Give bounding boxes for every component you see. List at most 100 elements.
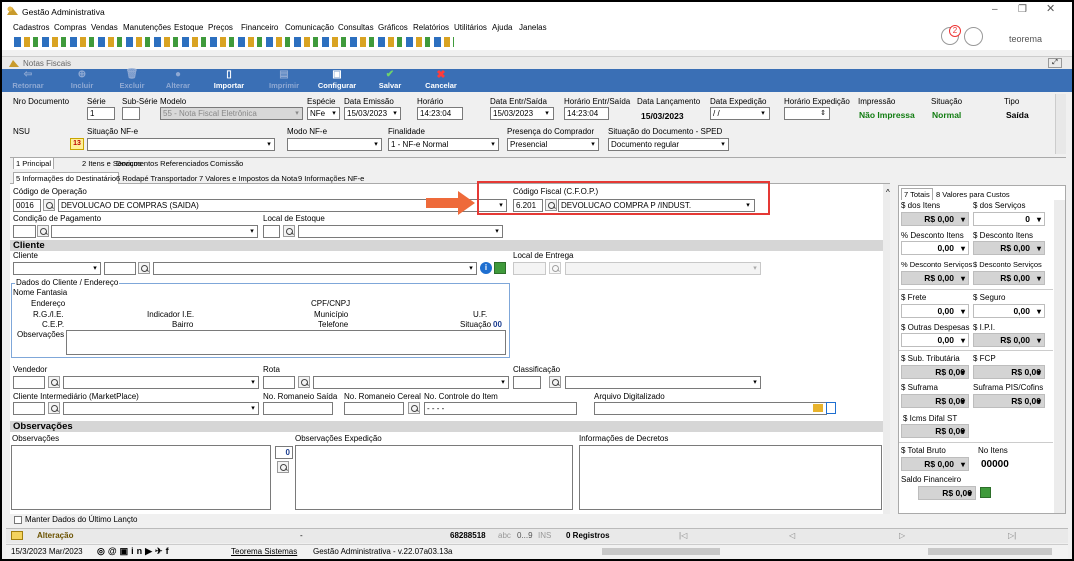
local-entrega-search-icon[interactable] <box>549 262 561 274</box>
situacao-doc-select[interactable]: Documento regular <box>608 138 729 151</box>
total-bruto-value[interactable]: R$ 0,00 <box>901 457 969 471</box>
vendedor-search-icon[interactable] <box>48 376 60 388</box>
nav-last-icon[interactable]: ▷| <box>1008 531 1016 541</box>
incluir-button[interactable]: ⊕ Incluir <box>62 69 102 90</box>
classificacao-search-icon[interactable] <box>549 376 561 388</box>
cliente-code[interactable] <box>104 262 136 275</box>
rota-search-icon[interactable] <box>298 376 310 388</box>
finalidade-select[interactable]: 1 - NF-e Normal <box>388 138 499 151</box>
configurar-button[interactable]: ▣ Configurar <box>313 69 361 90</box>
cliente-intermediario-desc[interactable] <box>63 402 259 415</box>
tab-valores-custos[interactable]: 8 Valores para Custos <box>936 189 1010 200</box>
rota-desc[interactable] <box>313 376 509 389</box>
classificacao-code[interactable] <box>513 376 541 389</box>
tab-rodape-transportador[interactable]: 6 Rodapé Transportador <box>116 173 197 184</box>
codigo-operacao-code[interactable]: 0016 <box>13 199 41 212</box>
horario-entr-input[interactable]: 14:23:04 <box>564 107 609 120</box>
frete-value[interactable]: 0,00 <box>901 304 969 318</box>
data-exp-chevron-icon[interactable]: ▾ <box>758 108 768 119</box>
menu-comunicacao[interactable]: Comunicação <box>285 23 334 32</box>
menu-manutencoes[interactable]: Manutenções <box>123 23 171 32</box>
local-estoque-search-icon[interactable] <box>283 225 295 237</box>
menu-janelas[interactable]: Janelas <box>519 23 547 32</box>
child-restore-icon[interactable]: ⤢ <box>1048 58 1062 68</box>
minimize-icon[interactable]: – <box>992 5 998 15</box>
quick-action-icons[interactable] <box>14 37 454 47</box>
cliente-intermediario-code[interactable] <box>13 402 45 415</box>
importar-button[interactable]: ▯ Importar <box>207 69 251 90</box>
cond-pagamento-desc[interactable] <box>51 225 258 238</box>
obs-search-icon[interactable] <box>277 461 289 473</box>
cliente-add-icon[interactable] <box>494 262 506 274</box>
menu-utilitarios[interactable]: Utilitários <box>454 23 487 32</box>
manter-dados-checkbox[interactable] <box>14 516 22 524</box>
cliente-intermediario-search-icon[interactable] <box>48 402 60 414</box>
close-icon[interactable]: ✕ <box>1046 4 1055 15</box>
classificacao-desc[interactable] <box>565 376 761 389</box>
company-link[interactable]: Teorema Sistemas <box>231 547 297 557</box>
header-scrollbar[interactable] <box>1055 94 1066 154</box>
local-entrega-desc[interactable] <box>565 262 761 275</box>
outras-despesas-value[interactable]: 0,00 <box>901 333 969 347</box>
imprimir-button[interactable]: ▤ Imprimir <box>262 69 306 90</box>
cfop-code[interactable]: 6.201 <box>513 199 543 212</box>
form-scrollbar[interactable] <box>883 184 890 514</box>
rota-code[interactable] <box>263 376 295 389</box>
subserie-input[interactable] <box>122 107 140 120</box>
seguro-value[interactable]: 0,00 <box>973 304 1045 318</box>
codigo-operacao-search-icon[interactable] <box>43 199 55 211</box>
romaneio-saida-input[interactable] <box>263 402 333 415</box>
horario-input[interactable]: 14:23:04 <box>417 107 463 120</box>
data-emissao-chevron-icon[interactable]: ▾ <box>390 108 400 119</box>
menu-relatorios[interactable]: Relatórios <box>413 23 449 32</box>
saldo-chart-icon[interactable] <box>980 487 991 498</box>
menu-financeiro[interactable]: Financeiro <box>241 23 278 32</box>
vendedor-desc[interactable] <box>63 376 259 389</box>
nav-next-icon[interactable]: ▷ <box>899 531 905 541</box>
retornar-button[interactable]: ⇦ Retornar <box>8 69 48 90</box>
totals-collapse-icon[interactable]: ^ <box>886 188 890 198</box>
serie-input[interactable]: 1 <box>87 107 115 120</box>
total-itens-value[interactable]: R$ 0,00 <box>901 212 969 226</box>
menu-estoque[interactable]: Estoque <box>174 23 203 32</box>
menu-vendas[interactable]: Vendas <box>91 23 118 32</box>
horario-exp-spin-icon[interactable]: ⇕ <box>818 108 828 119</box>
desc-servicos-value[interactable]: R$ 0,00 <box>973 271 1045 285</box>
romaneio-cereal-search-icon[interactable] <box>408 402 420 414</box>
menu-precos[interactable]: Preços <box>208 23 233 32</box>
obs-field[interactable] <box>11 445 271 510</box>
tab-informacoes-nfe[interactable]: 9 Informações NF-e <box>298 173 364 184</box>
menu-consultas[interactable]: Consultas <box>338 23 374 32</box>
controle-item-input[interactable]: - - - - <box>424 402 577 415</box>
romaneio-cereal-input[interactable] <box>344 402 404 415</box>
obs-expedicao-field[interactable] <box>295 445 573 510</box>
view-file-icon[interactable] <box>826 402 836 414</box>
local-entrega-code[interactable] <box>513 262 546 275</box>
ipi-value[interactable]: R$ 0,00 <box>973 333 1045 347</box>
tab-comissao[interactable]: Comissão <box>210 158 243 169</box>
tab-principal[interactable]: 1 Principal <box>13 157 55 169</box>
alterar-button[interactable]: ● Alterar <box>158 69 198 90</box>
cliente-observacoes-field[interactable] <box>66 330 506 355</box>
totals-scrollbar[interactable] <box>1054 200 1065 513</box>
tab-totais[interactable]: 7 Totais <box>901 188 933 200</box>
vendedor-code[interactable] <box>13 376 45 389</box>
data-entr-chevron-icon[interactable]: ▾ <box>542 108 552 119</box>
menu-cadastros[interactable]: Cadastros <box>13 23 49 32</box>
nav-prev-icon[interactable]: ◁ <box>789 531 795 541</box>
local-estoque-code[interactable] <box>263 225 280 238</box>
pct-desc-servicos-value[interactable]: R$ 0,00 <box>901 271 969 285</box>
user-avatar-icon[interactable] <box>964 27 983 46</box>
cfop-desc[interactable]: DEVOLUCAO COMPRA P /INDUST. <box>558 199 755 212</box>
menu-compras[interactable]: Compras <box>54 23 86 32</box>
presenca-select[interactable]: Presencial <box>507 138 599 151</box>
cond-pagamento-search-icon[interactable] <box>37 225 49 237</box>
tab-documentos-referenciados[interactable]: Documentos Referenciados <box>116 158 209 169</box>
menu-ajuda[interactable]: Ajuda <box>492 23 512 32</box>
tab-valores-impostos[interactable]: 7 Valores e Impostos da Nota <box>199 173 297 184</box>
notification-icon[interactable]: 2 <box>941 25 961 45</box>
situacao-nfe-select[interactable] <box>87 138 275 151</box>
restore-icon[interactable]: ❐ <box>1018 5 1027 15</box>
cond-pagamento-code[interactable] <box>13 225 36 238</box>
salvar-button[interactable]: ✔ Salvar <box>372 69 408 90</box>
